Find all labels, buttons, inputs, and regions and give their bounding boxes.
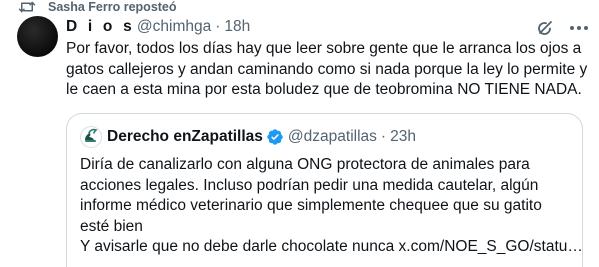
- quoted-tweet-text: Diría de canalizarlo con alguna ONG prot…: [80, 155, 583, 258]
- quoted-tweet-line: Diría de canalizarlo con alguna ONG prot…: [80, 156, 542, 235]
- more-icon[interactable]: [569, 25, 589, 31]
- author-handle[interactable]: @chimhga: [137, 18, 211, 36]
- separator-dot: ·: [215, 18, 221, 35]
- tweet-header-actions: [535, 18, 589, 38]
- tweet-time[interactable]: 18h: [224, 18, 250, 36]
- verified-badge-icon: [266, 128, 284, 146]
- quoted-author-avatar: [80, 126, 102, 148]
- quoted-tweet[interactable]: Derecho enZapatillas @dzapatillas · 23h …: [66, 113, 583, 267]
- quoted-tweet-line: Y avisarle que no debe darle chocolate n…: [80, 238, 583, 255]
- quoted-tweet-header: Derecho enZapatillas @dzapatillas · 23h: [80, 126, 416, 148]
- repost-label[interactable]: Sasha Ferro reposteó: [48, 0, 177, 14]
- author-avatar[interactable]: [17, 16, 58, 57]
- quoted-tweet-time: 23h: [390, 128, 416, 145]
- quoted-author-handle: @dzapatillas: [287, 128, 377, 145]
- repost-context: Sasha Ferro reposteó: [18, 0, 177, 14]
- tweet-header: D i o s @chimhga · 18h: [66, 17, 250, 37]
- repost-icon: [18, 0, 36, 14]
- quoted-author-name: Derecho enZapatillas: [107, 128, 263, 145]
- separator-dot: ·: [380, 128, 387, 145]
- author-display-name[interactable]: D i o s: [66, 18, 135, 36]
- grok-icon[interactable]: [535, 18, 555, 38]
- tweet-text: Por favor, todos los días hay que leer s…: [66, 40, 588, 98]
